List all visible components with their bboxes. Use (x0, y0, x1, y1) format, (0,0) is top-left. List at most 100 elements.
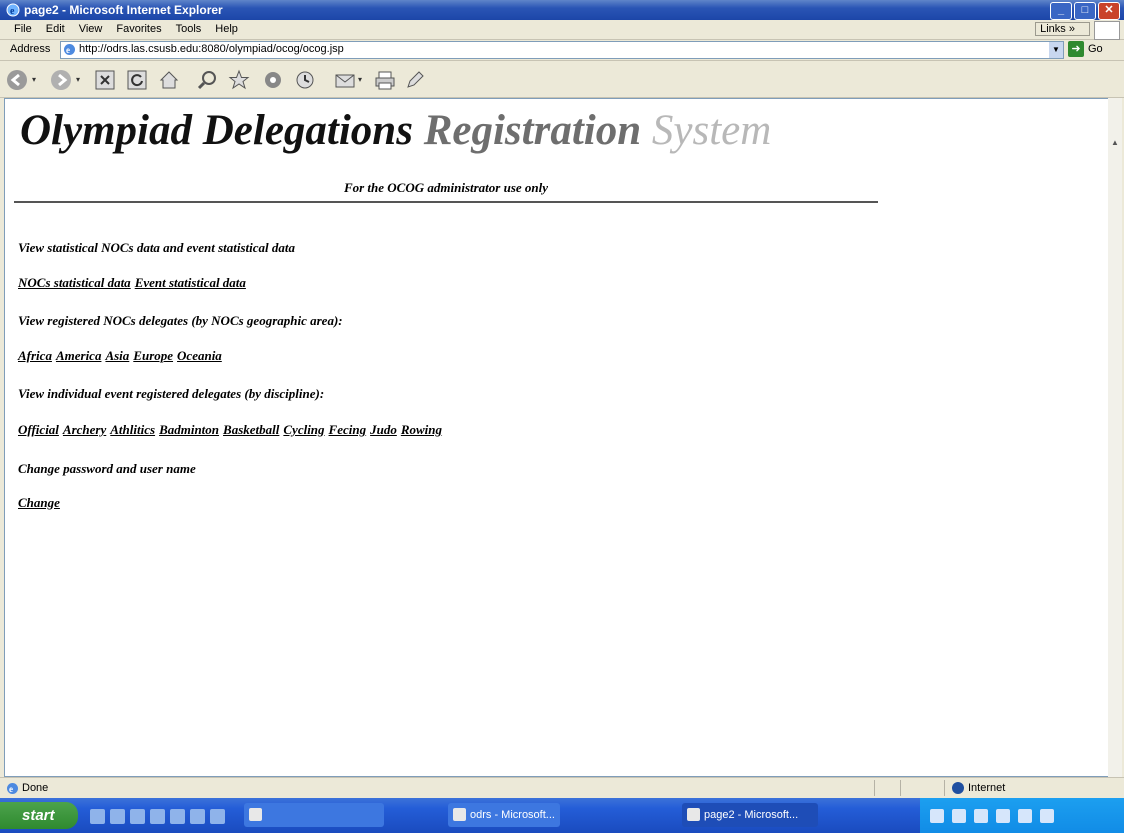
tray-icon[interactable] (1018, 809, 1032, 823)
ie-icon (687, 808, 700, 821)
mail-icon[interactable] (334, 69, 356, 91)
taskbar-item[interactable] (244, 803, 384, 827)
link-athlitics[interactable]: Athlitics (110, 422, 155, 437)
vertical-scrollbar[interactable]: ▲ (1108, 98, 1122, 777)
quicklaunch-ie-icon[interactable] (110, 809, 125, 824)
link-africa[interactable]: Africa (18, 348, 52, 363)
address-input[interactable]: e http://odrs.las.csusb.edu:8080/olympia… (60, 41, 1064, 59)
window-controls: _ □ ✕ (1050, 2, 1120, 20)
back-icon[interactable] (6, 69, 28, 91)
geographic-links: Africa America Asia Europe Oceania (18, 348, 226, 364)
link-basketball[interactable]: Basketball (223, 422, 279, 437)
window-title: page2 - Microsoft Internet Explorer (24, 3, 223, 17)
stop-icon[interactable] (94, 69, 116, 91)
statistics-links: NOCs statistical data Event statistical d… (18, 275, 250, 291)
tray-icon[interactable] (996, 809, 1010, 823)
link-archery[interactable]: Archery (63, 422, 106, 437)
address-url: http://odrs.las.csusb.edu:8080/olympiad/… (79, 43, 344, 55)
quicklaunch-app-icon[interactable] (210, 809, 225, 824)
title-part-3: System (651, 107, 772, 154)
link-nocs-statistical-data[interactable]: NOCs statistical data (18, 275, 131, 290)
refresh-icon[interactable] (126, 69, 148, 91)
mail-dropdown-icon[interactable]: ▾ (358, 75, 362, 84)
link-event-statistical-data[interactable]: Event statistical data (135, 275, 246, 290)
link-rowing[interactable]: Rowing (401, 422, 442, 437)
link-europe[interactable]: Europe (133, 348, 173, 363)
links-label: Links (1040, 23, 1066, 35)
forward-dropdown-icon[interactable]: ▾ (76, 75, 80, 84)
taskbar-item-active[interactable]: page2 - Microsoft... (682, 803, 818, 827)
favorites-icon[interactable] (228, 69, 250, 91)
menu-help[interactable]: Help (215, 23, 238, 35)
standard-toolbar: ▾ ▾ ▾ (0, 61, 1124, 98)
menu-tools[interactable]: Tools (176, 23, 202, 35)
change-links: Change (18, 495, 64, 511)
scroll-up-icon[interactable]: ▲ (1109, 138, 1121, 150)
system-tray (920, 798, 1124, 833)
page-done-icon: e (7, 783, 18, 794)
ie-icon (453, 808, 466, 821)
minimize-button[interactable]: _ (1050, 2, 1072, 20)
home-icon[interactable] (158, 69, 180, 91)
status-divider (900, 780, 901, 796)
link-judo[interactable]: Judo (370, 422, 397, 437)
taskbar-item-label: odrs - Microsoft... (470, 809, 555, 821)
section-heading-statistics: View statistical NOCs data and event sta… (18, 240, 295, 255)
start-button[interactable]: start (0, 802, 78, 829)
go-button[interactable]: ➜ Go (1068, 41, 1103, 57)
link-official[interactable]: Official (18, 422, 59, 437)
address-dropdown-icon[interactable]: ▼ (1049, 42, 1063, 58)
tray-icon[interactable] (1040, 809, 1054, 823)
status-bar: e Done Internet (0, 777, 1124, 798)
link-cycling[interactable]: Cycling (283, 422, 324, 437)
tray-icon[interactable] (930, 809, 944, 823)
menu-favorites[interactable]: Favorites (116, 23, 161, 35)
maximize-button[interactable]: □ (1074, 2, 1096, 20)
link-fecing[interactable]: Fecing (329, 422, 367, 437)
section-heading-geographic: View registered NOCs delegates (by NOCs … (18, 313, 343, 328)
security-zone: Internet (952, 782, 1005, 794)
status-divider (874, 780, 875, 796)
edit-icon[interactable] (404, 69, 426, 91)
media-icon[interactable] (262, 69, 284, 91)
address-bar: Address e http://odrs.las.csusb.edu:8080… (0, 40, 1124, 61)
link-asia[interactable]: Asia (105, 348, 129, 363)
print-icon[interactable] (374, 69, 396, 91)
search-icon[interactable] (196, 69, 218, 91)
go-arrow-icon: ➜ (1068, 41, 1084, 57)
section-heading-discipline: View individual event registered delegat… (18, 386, 325, 401)
quicklaunch-app-icon[interactable] (170, 809, 185, 824)
taskbar-item-label: page2 - Microsoft... (704, 809, 799, 821)
globe-icon (952, 782, 964, 794)
horizontal-rule (14, 201, 878, 203)
forward-icon[interactable] (50, 69, 72, 91)
tray-icon[interactable] (952, 809, 966, 823)
quicklaunch-app-icon[interactable] (190, 809, 205, 824)
tray-icon[interactable] (974, 809, 988, 823)
link-change[interactable]: Change (18, 495, 60, 510)
address-label: Address (10, 43, 51, 55)
browser-window: e page2 - Microsoft Internet Explorer _ … (0, 0, 1124, 833)
taskbar: start odrs - Microsoft... page2 - Micros… (0, 798, 1124, 833)
go-label: Go (1088, 43, 1103, 55)
quicklaunch-desktop-icon[interactable] (90, 809, 105, 824)
menu-file[interactable]: File (14, 23, 32, 35)
title-bar: e page2 - Microsoft Internet Explorer _ … (0, 0, 1124, 20)
page-subtitle: For the OCOG administrator use only (343, 180, 549, 195)
back-dropdown-icon[interactable]: ▾ (32, 75, 36, 84)
folder-icon (249, 808, 262, 821)
quicklaunch-mail-icon[interactable] (130, 809, 145, 824)
taskbar-item[interactable]: odrs - Microsoft... (448, 803, 560, 827)
links-button[interactable]: Links » (1035, 22, 1090, 36)
svg-text:e: e (9, 784, 13, 794)
link-america[interactable]: America (56, 348, 102, 363)
menu-view[interactable]: View (79, 23, 103, 35)
link-oceania[interactable]: Oceania (177, 348, 222, 363)
title-part-1: Olympiad Delegations (20, 107, 413, 154)
link-badminton[interactable]: Badminton (159, 422, 219, 437)
quicklaunch-media-icon[interactable] (150, 809, 165, 824)
history-icon[interactable] (294, 69, 316, 91)
status-text: Done (22, 782, 49, 794)
menu-edit[interactable]: Edit (46, 23, 65, 35)
close-button[interactable]: ✕ (1098, 2, 1120, 20)
